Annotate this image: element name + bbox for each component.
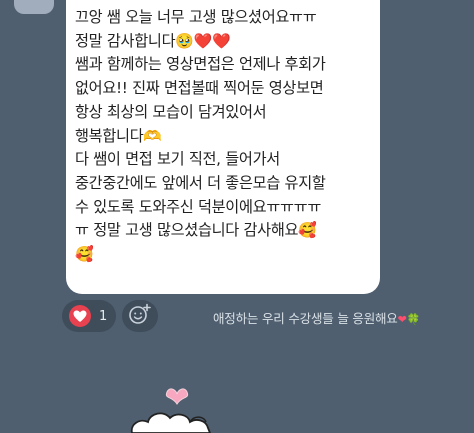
message-line-6: 행복합니다🫶 [75,125,370,149]
caption-clover-icon: 🍀 [406,313,421,326]
message-caption: 애정하는 우리 수강생들 늘 응원해요❤🍀 [213,308,420,327]
smiling-hearts-emoji: 🥰 [298,221,317,240]
add-reaction-icon [128,303,152,329]
message-line-2-text: 정말 감사합니다 [75,31,176,50]
heart-hands-emoji: 🫶 [143,126,162,145]
message-line-10-text: ㅠ 정말 고생 많으셨습니다 감사해요 [75,221,299,240]
pleading-hearts-emoji: 🥹❤️❤️ [175,31,231,50]
message-line-4: 없어요!! 진짜 면접볼때 찍어둔 영상보면 [75,79,324,98]
cloud-heart-sticker[interactable] [120,382,250,433]
message-line-2: 정말 감사합니다🥹❤️❤️ [75,30,370,54]
message-line-5: 항상 최상의 모습이 담겨있어서 [75,102,267,121]
message-line-9: 수 있도록 도와주신 덕분이에요ㅠㅠㅠㅠ [75,197,322,216]
caption-text: 애정하는 우리 수강생들 늘 응원해요 [213,311,398,326]
heart-icon [69,305,91,327]
heart-reaction-count: 1 [99,308,108,324]
heart-reaction-button[interactable]: 1 [62,300,116,332]
add-reaction-button[interactable] [122,300,158,332]
message-line-10: ㅠ 정말 고생 많으셨습니다 감사해요🥰 [75,219,370,243]
message-line-8: 중간중간에도 앞에서 더 좋은모습 유지할 [75,173,326,192]
message-line-6-text: 행복합니다 [75,126,144,145]
previous-message-corner [14,0,54,14]
message-line-3: 쌤과 함께하는 영상면접은 언제나 후회가 [75,55,326,74]
message-line-7: 다 쌤이 면접 보기 직전, 들어가서 [75,150,280,169]
message-line-1: 끄앙 쌤 오늘 너무 고생 많으셨어요ㅠㅠ [75,8,317,26]
message-line-11: 🥰 [75,243,370,267]
caption-heart-icon: ❤ [397,313,407,326]
smiling-hearts-emoji-2: 🥰 [75,245,94,264]
message-bubble[interactable]: 끄앙 쌤 오늘 너무 고생 많으셨어요ㅠㅠ 정말 감사합니다🥹❤️❤️ 쌤과 함… [66,0,380,294]
